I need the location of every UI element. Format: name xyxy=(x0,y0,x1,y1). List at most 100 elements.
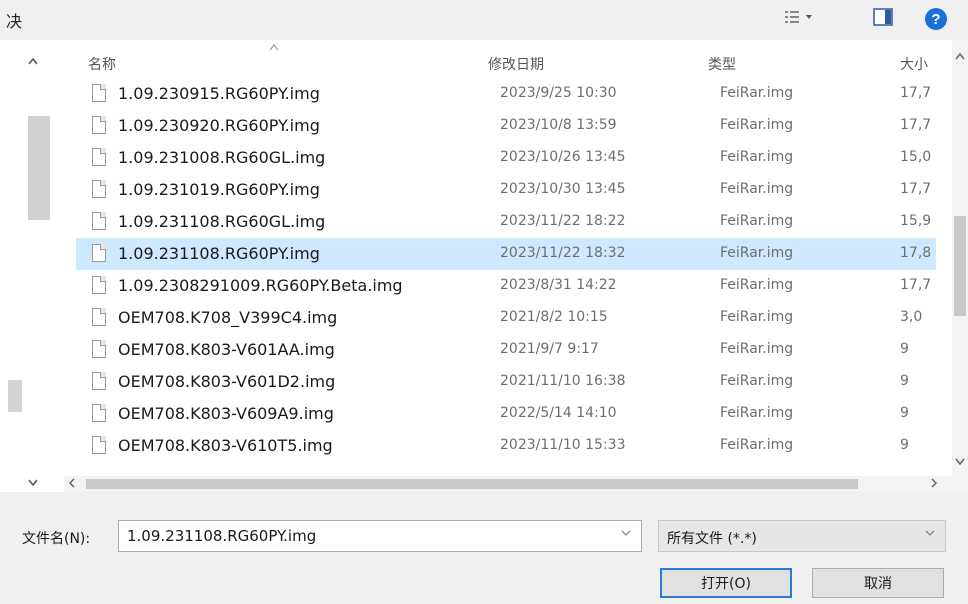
file-list: 名称 修改日期 类型 大小 1.09.230915.RG60PY.img 2023… xyxy=(64,40,968,476)
file-name: 1.09.231108.RG60GL.img xyxy=(118,212,326,231)
file-type: FeiRar.img xyxy=(720,437,794,453)
file-modified-date: 2023/11/22 18:22 xyxy=(500,213,626,229)
navigation-pane[interactable] xyxy=(0,40,64,492)
filename-label: 文件名(N): xyxy=(22,531,91,547)
file-row[interactable]: 1.09.231019.RG60PY.img 2023/10/30 13:45 Fe… xyxy=(76,174,936,206)
scroll-right-icon[interactable] xyxy=(930,476,938,493)
file-row[interactable]: 1.09.231008.RG60GL.img 2023/10/26 13:45 Fe… xyxy=(76,142,936,174)
file-name: OEM708.K803-V610T5.img xyxy=(118,436,333,455)
file-row[interactable]: OEM708.K803-V601D2.img 2021/11/10 16:38 Fe… xyxy=(76,366,936,398)
file-modified-date: 2023/8/31 14:22 xyxy=(500,277,617,293)
nav-scrollbar-thumb[interactable] xyxy=(28,116,50,220)
file-row[interactable]: 1.09.230915.RG60PY.img 2023/9/25 10:30 Fei… xyxy=(76,78,936,110)
scroll-up-icon[interactable] xyxy=(955,50,965,63)
file-icon xyxy=(92,340,106,358)
file-type: FeiRar.img xyxy=(720,277,794,293)
file-name: OEM708.K803-V609A9.img xyxy=(118,404,334,423)
file-icon xyxy=(92,308,106,326)
column-header-row: 名称 修改日期 类型 大小 xyxy=(64,40,968,78)
file-name: 1.09.2308291009.RG60PY.Beta.img xyxy=(118,276,403,295)
window-title-fragment: 决 xyxy=(6,12,23,31)
column-header-size[interactable]: 大小 xyxy=(900,54,928,74)
file-name: 1.09.231108.RG60PY.img xyxy=(118,244,320,263)
help-icon: ? xyxy=(925,8,947,30)
column-header-name[interactable]: 名称 xyxy=(88,54,116,74)
file-size: 17,7 xyxy=(900,181,932,197)
file-icon xyxy=(92,84,106,102)
nav-pane-item[interactable] xyxy=(8,380,22,412)
file-modified-date: 2021/9/7 9:17 xyxy=(500,341,599,357)
file-row[interactable]: OEM708.K803-V601AA.img 2021/9/7 9:17 FeiRa… xyxy=(76,334,936,366)
file-row[interactable]: 1.09.230920.RG60PY.img 2023/10/8 13:59 Fei… xyxy=(76,110,936,142)
vertical-scrollbar-thumb[interactable] xyxy=(954,216,966,316)
file-type: FeiRar.img xyxy=(720,213,794,229)
file-name: OEM708.K803-V601D2.img xyxy=(118,372,336,391)
horizontal-scrollbar-thumb[interactable] xyxy=(86,479,858,489)
file-row[interactable]: 1.09.231108.RG60PY.img 2023/11/22 18:32 Fe… xyxy=(76,238,936,270)
file-icon xyxy=(92,212,106,230)
file-name: OEM708.K708_V399C4.img xyxy=(118,308,338,327)
cancel-button[interactable]: 取消 xyxy=(812,568,944,598)
file-icon xyxy=(92,276,106,294)
file-name: 1.09.231019.RG60PY.img xyxy=(118,180,320,199)
filename-history-chevron-down-icon[interactable] xyxy=(621,527,631,542)
file-modified-date: 2023/11/22 18:32 xyxy=(500,245,626,261)
nav-scroll-up-icon[interactable] xyxy=(28,54,38,68)
file-icon xyxy=(92,436,106,454)
file-size: 17,7 xyxy=(900,117,932,133)
file-type: FeiRar.img xyxy=(720,309,794,325)
horizontal-scrollbar[interactable] xyxy=(64,476,968,492)
open-button[interactable]: 打开(O) xyxy=(660,568,792,598)
file-size: 3,0 xyxy=(900,309,923,325)
file-size: 15,0 xyxy=(900,149,932,165)
file-type: FeiRar.img xyxy=(720,85,794,101)
file-modified-date: 2022/5/14 14:10 xyxy=(500,405,617,421)
file-modified-date: 2021/8/2 10:15 xyxy=(500,309,608,325)
dialog-toolbar: 决 ? xyxy=(0,0,968,40)
file-type-filter-value: 所有文件 (*.*) xyxy=(667,531,757,547)
file-row[interactable]: 1.09.231108.RG60GL.img 2023/11/22 18:22 Fe… xyxy=(76,206,936,238)
file-size: 17,7 xyxy=(900,85,932,101)
nav-scroll-down-icon[interactable] xyxy=(28,476,38,490)
file-icon xyxy=(92,116,106,134)
file-icon xyxy=(92,244,106,262)
scroll-down-icon[interactable] xyxy=(955,456,965,469)
file-icon xyxy=(92,180,106,198)
file-row[interactable]: OEM708.K803-V609A9.img 2022/5/14 14:10 Fei… xyxy=(76,398,936,430)
file-modified-date: 2021/11/10 16:38 xyxy=(500,373,626,389)
sort-up-icon xyxy=(269,40,279,54)
file-name: OEM708.K803-V601AA.img xyxy=(118,340,335,359)
file-size: 9 xyxy=(900,373,909,389)
file-icon xyxy=(92,372,106,390)
file-size: 17,7 xyxy=(900,277,932,293)
filename-input[interactable]: 1.09.231108.RG60PY.img xyxy=(118,520,642,552)
file-modified-date: 2023/9/25 10:30 xyxy=(500,85,617,101)
file-name: 1.09.230920.RG60PY.img xyxy=(118,116,320,135)
file-type-filter-select[interactable]: 所有文件 (*.*) xyxy=(658,520,946,552)
file-row[interactable]: OEM708.K803-V610T5.img 2023/11/10 15:33 Fe… xyxy=(76,430,936,462)
column-header-date[interactable]: 修改日期 xyxy=(488,54,544,74)
file-size: 15,9 xyxy=(900,213,932,229)
file-type: FeiRar.img xyxy=(720,245,794,261)
file-row[interactable]: OEM708.K708_V399C4.img 2021/8/2 10:15 FeiR… xyxy=(76,302,936,334)
file-type: FeiRar.img xyxy=(720,373,794,389)
file-icon xyxy=(92,148,106,166)
dialog-footer: 文件名(N): 1.09.231108.RG60PY.img 所有文件 (*.*… xyxy=(0,492,968,604)
file-icon xyxy=(92,404,106,422)
change-view-button[interactable] xyxy=(780,8,820,30)
file-type: FeiRar.img xyxy=(720,405,794,421)
vertical-scrollbar[interactable] xyxy=(952,40,968,476)
scroll-left-icon[interactable] xyxy=(68,476,76,493)
help-button[interactable]: ? xyxy=(924,8,948,30)
column-header-type[interactable]: 类型 xyxy=(708,54,736,74)
file-name: 1.09.230915.RG60PY.img xyxy=(118,84,320,103)
file-size: 9 xyxy=(900,437,909,453)
filename-value: 1.09.231108.RG60PY.img xyxy=(127,527,317,545)
file-row[interactable]: 1.09.2308291009.RG60PY.Beta.img 2023/8/31… xyxy=(76,270,936,302)
file-size: 9 xyxy=(900,405,909,421)
file-size: 9 xyxy=(900,341,909,357)
file-modified-date: 2023/10/26 13:45 xyxy=(500,149,626,165)
file-type: FeiRar.img xyxy=(720,181,794,197)
preview-pane-button[interactable] xyxy=(870,8,896,30)
file-type: FeiRar.img xyxy=(720,117,794,133)
